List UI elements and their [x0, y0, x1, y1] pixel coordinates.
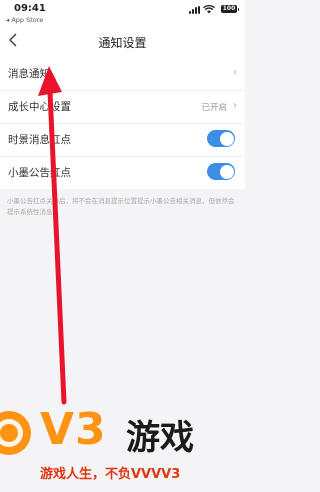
page-title: 通知设置	[98, 36, 147, 50]
settings-list: 消息通知 › 成长中心设置 已开启 › 时景消息红点 小墨公告红点	[0, 58, 245, 189]
toggle-knob	[219, 131, 234, 146]
row-label: 消息通知	[8, 68, 50, 80]
back-to-app-link[interactable]: ◂ App Store	[6, 16, 43, 24]
row-scene-message-dot: 时景消息红点	[0, 124, 245, 157]
watermark-brand-text: 游戏	[126, 418, 194, 458]
watermark-brand: V3	[40, 404, 107, 455]
scene-dot-toggle[interactable]	[207, 130, 235, 147]
announcement-note: 小墨公告红点关掉后，将不会在消息提示位置提示小墨公告相关消息，但依然会提示系统性…	[7, 197, 235, 216]
toggle-knob	[219, 164, 234, 179]
row-announcement-dot: 小墨公告红点	[0, 157, 245, 189]
signal-icon	[189, 6, 203, 14]
watermark-slogan: 游戏人生，不负VVVV3	[40, 467, 181, 482]
row-message-notification[interactable]: 消息通知 ›	[0, 58, 245, 91]
row-label: 小墨公告红点	[8, 167, 71, 179]
announcement-dot-toggle[interactable]	[207, 163, 235, 180]
battery-icon: 100	[221, 5, 239, 13]
row-growth-center-settings[interactable]: 成长中心设置 已开启 ›	[0, 91, 245, 124]
chevron-right-icon: ›	[233, 67, 237, 78]
status-time: 09:41	[14, 3, 46, 14]
wifi-icon	[203, 5, 215, 14]
row-status-value: 已开启	[201, 103, 227, 113]
watermark-logo	[0, 411, 31, 455]
nav-bar: 通知设置	[0, 24, 245, 58]
chevron-right-icon: ›	[233, 100, 237, 111]
row-label: 成长中心设置	[8, 101, 71, 113]
status-bar: 09:41 ◂ App Store 100	[0, 0, 245, 24]
row-label: 时景消息红点	[8, 134, 71, 146]
